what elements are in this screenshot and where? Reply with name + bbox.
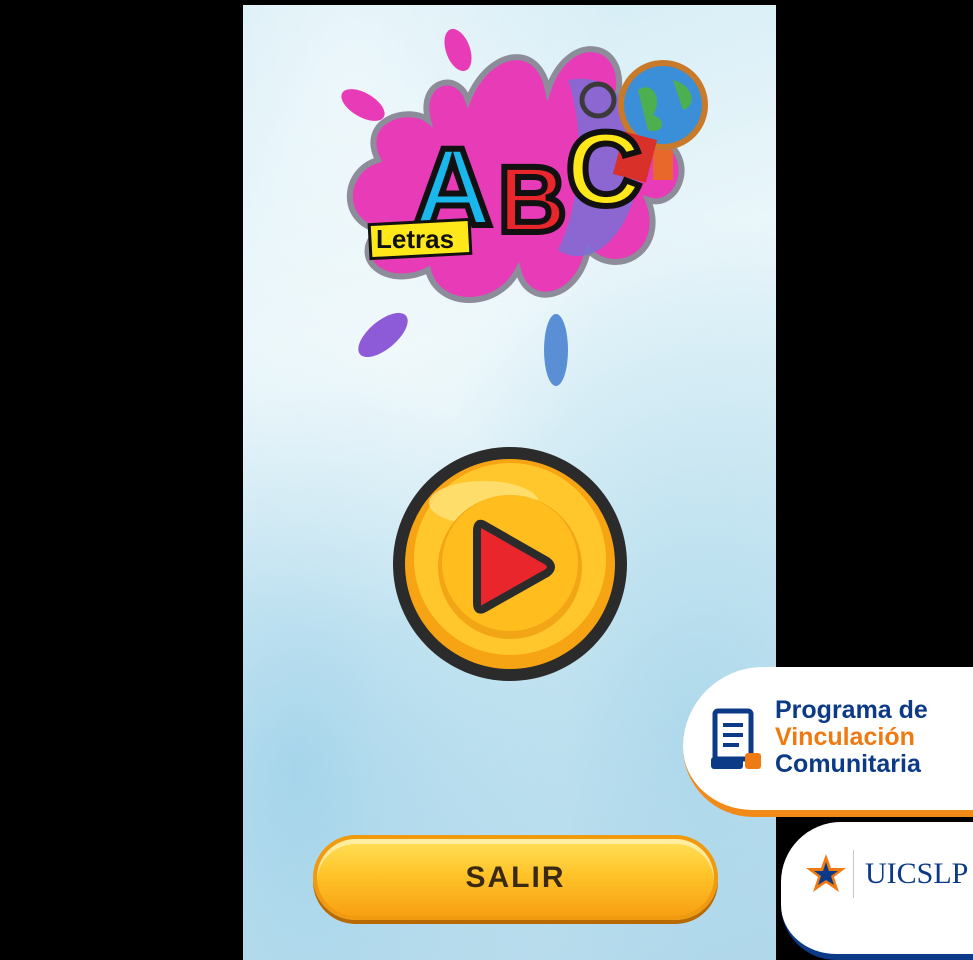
- uicslp-badge: UICSLP: [781, 822, 973, 960]
- logo-letter-c: C: [566, 111, 642, 228]
- program-line-1: Programa de: [775, 696, 928, 724]
- program-badge: Programa de Vinculación Comunitaria: [683, 667, 973, 817]
- program-line-2: Vinculación: [775, 723, 915, 751]
- app-screen: A B C Letras SALIR: [243, 5, 776, 960]
- play-button[interactable]: [389, 443, 631, 685]
- logo-letter-b: B: [498, 147, 567, 253]
- salir-label: SALIR: [465, 860, 566, 894]
- document-icon: [711, 708, 761, 769]
- salir-button[interactable]: SALIR: [313, 835, 718, 920]
- star-logo-icon: [806, 854, 846, 892]
- uicslp-name: UICSLP: [865, 857, 969, 890]
- logo-subtitle: Letras: [376, 224, 454, 254]
- abc-letras-logo: A B C Letras: [341, 28, 708, 386]
- badge-divider: [853, 850, 854, 898]
- program-line-3: Comunitaria: [775, 750, 921, 778]
